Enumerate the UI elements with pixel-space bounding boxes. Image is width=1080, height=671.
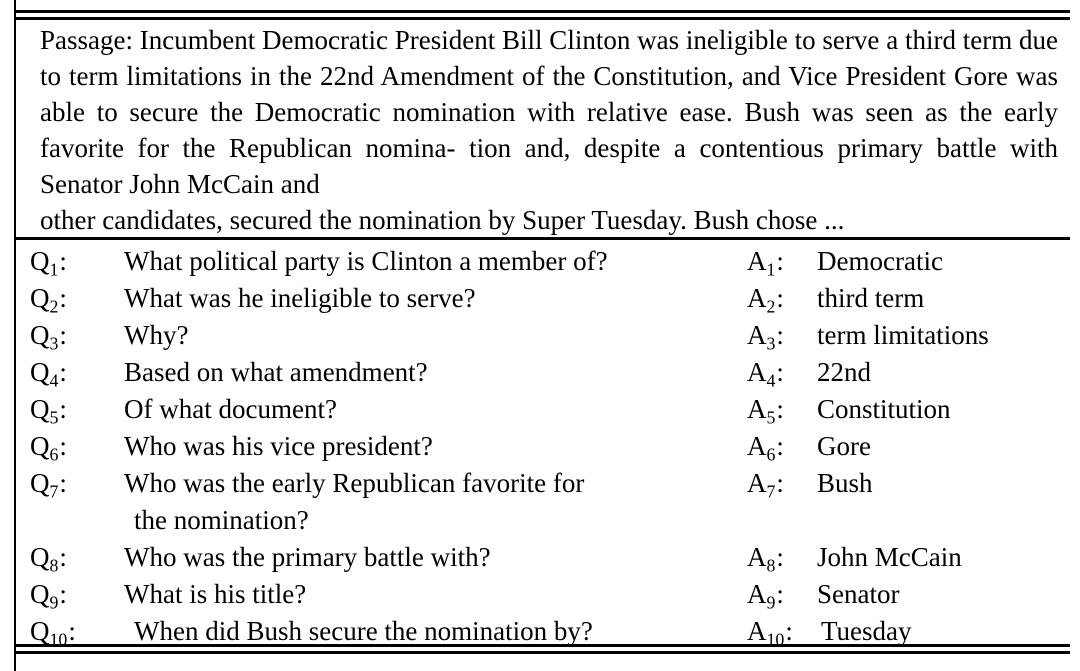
question-separator-4: : (59, 357, 67, 387)
question-text-7: Who was the early Republican favorite fo… (124, 468, 585, 498)
qa-row-6: Q6: Who was his vice president? A6: Gore (16, 428, 1070, 465)
answer-separator-10: : (785, 616, 793, 646)
table-bottom-rule-outer (16, 651, 1070, 654)
answer-separator-2: : (776, 283, 784, 313)
answer-label-8: A8: (747, 542, 784, 576)
answer-separator-7: : (776, 468, 784, 498)
qa-row-1: Q1: What political party is Clinton a me… (16, 243, 1070, 280)
table-bottom-rule-inner (16, 644, 1070, 647)
table-top-rule-inner (16, 17, 1070, 20)
answer-label-4: A4: (747, 357, 784, 391)
qa-row-8: Q8: Who was the primary battle with? A8:… (16, 539, 1070, 576)
answer-separator-3: : (776, 320, 784, 350)
question-separator-3: : (59, 320, 67, 350)
question-separator-6: : (59, 431, 67, 461)
qa-row-9: Q9: What is his title? A9: Senator (16, 576, 1070, 613)
answer-separator-1: : (776, 246, 784, 276)
answer-text-2: third term (817, 283, 925, 313)
qa-row-4: Q4: Based on what amendment? A4: 22nd (16, 354, 1070, 391)
answer-separator-9: : (776, 579, 784, 609)
answer-label-6: A6: (747, 431, 784, 465)
question-separator-10: : (68, 616, 76, 646)
question-separator-7: : (59, 468, 67, 498)
qa-row-5: Q5: Of what document? A5: Constitution (16, 391, 1070, 428)
question-text-6: Who was his vice president? (124, 431, 433, 461)
table-mid-rule (16, 237, 1070, 240)
answer-separator-4: : (776, 357, 784, 387)
question-label-1: Q1: (30, 246, 67, 280)
question-label-9: Q9: (30, 579, 67, 613)
question-text-8: Who was the primary battle with? (124, 542, 491, 572)
answer-label-3: A3: (747, 320, 784, 354)
question-text-2: What was he ineligible to serve? (124, 283, 476, 313)
question-text-4: Based on what amendment? (124, 357, 428, 387)
qa-figure-table: Passage: Incumbent Democratic President … (14, 0, 1070, 671)
question-label-2: Q2: (30, 283, 67, 317)
answer-label-5: A5: (747, 394, 784, 428)
question-text-5: Of what document? (124, 394, 337, 424)
question-text-3: Why? (124, 320, 189, 350)
answer-text-7: Bush (817, 468, 873, 498)
question-separator-2: : (59, 283, 67, 313)
answer-label-9: A9: (747, 579, 784, 613)
answer-text-9: Senator (817, 579, 900, 609)
passage-line-6: other candidates, secured the nomination… (40, 205, 845, 235)
answer-text-3: term limitations (817, 320, 989, 350)
answer-text-8: John McCain (817, 542, 962, 572)
answer-text-5: Constitution (817, 394, 951, 424)
question-label-6: Q6: (30, 431, 67, 465)
question-label-5: Q5: (30, 394, 67, 428)
answer-label-1: A1: (747, 246, 784, 280)
question-label-4: Q4: (30, 357, 67, 391)
question-separator-8: : (59, 542, 67, 572)
qa-row-2: Q2: What was he ineligible to serve? A2:… (16, 280, 1070, 317)
question-text-7-continuation: the nomination? (134, 505, 309, 535)
question-text-1: What political party is Clinton a member… (124, 246, 608, 276)
qa-list: Q1: What political party is Clinton a me… (16, 243, 1070, 650)
qa-row-7: Q7: Who was the early Republican favorit… (16, 465, 1070, 502)
answer-label-2: A2: (747, 283, 784, 317)
answer-text-1: Democratic (817, 246, 943, 276)
question-label-7: Q7: (30, 468, 67, 502)
question-label-3: Q3: (30, 320, 67, 354)
question-separator-9: : (59, 579, 67, 609)
question-text-9: What is his title? (124, 579, 307, 609)
answer-separator-6: : (776, 431, 784, 461)
question-separator-5: : (59, 394, 67, 424)
question-separator-1: : (59, 246, 67, 276)
table-top-rule-outer (16, 10, 1070, 13)
qa-row-3: Q3: Why? A3: term limitations (16, 317, 1070, 354)
question-label-8: Q8: (30, 542, 67, 576)
qa-row-7-continuation: the nomination? (16, 502, 1070, 539)
answer-separator-8: : (776, 542, 784, 572)
answer-text-6: Gore (817, 431, 871, 461)
answer-text-4: 22nd (817, 357, 871, 387)
passage-paragraph: Passage: Incumbent Democratic President … (40, 22, 1058, 238)
answer-separator-5: : (776, 394, 784, 424)
passage-line-1: Passage: Incumbent Democratic President … (40, 25, 880, 55)
answer-label-7: A7: (747, 468, 784, 502)
